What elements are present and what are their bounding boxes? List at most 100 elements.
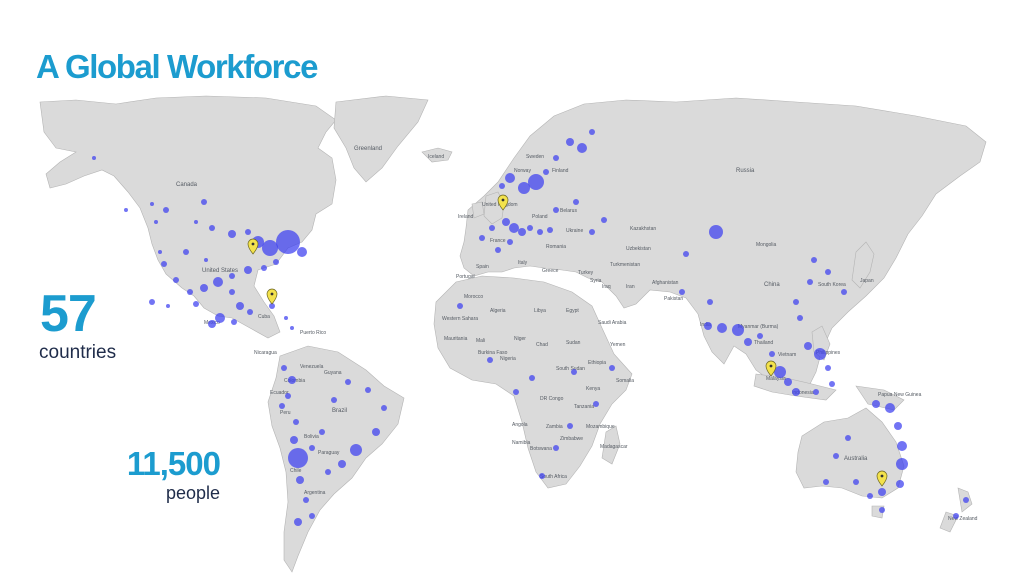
location-dot (717, 323, 727, 333)
label-canada: Canada (176, 182, 198, 188)
location-dot (872, 400, 880, 408)
location-dot (553, 445, 559, 451)
location-dot (215, 313, 225, 323)
location-dot (953, 513, 959, 519)
label-algeria: Algeria (490, 308, 506, 314)
location-dot (589, 229, 595, 235)
location-dot (345, 379, 351, 385)
label-norway: Norway (514, 168, 531, 174)
location-dot (228, 230, 236, 238)
location-dot (309, 445, 315, 451)
location-dot (124, 208, 128, 212)
label-zimbabwe: Zimbabwe (560, 436, 583, 442)
label-pakistan: Pakistan (664, 296, 683, 302)
label-spain: Spain (476, 264, 489, 270)
location-dot (518, 228, 526, 236)
location-dot (593, 401, 599, 407)
office-pin-center (270, 292, 274, 296)
label-niger: Niger (514, 336, 526, 342)
location-dot (679, 289, 685, 295)
location-dot (502, 218, 510, 226)
location-dot (807, 279, 813, 285)
location-dot (853, 479, 859, 485)
countries-value: 57 (40, 285, 97, 343)
office-pin-center (251, 242, 255, 246)
label-mozambique: Mozambique (586, 424, 615, 430)
location-dot (285, 393, 291, 399)
label-egypt: Egypt (566, 308, 579, 314)
location-dot (231, 319, 237, 325)
label-dr-congo: DR Congo (540, 396, 564, 402)
label-finland: Finland (552, 168, 569, 174)
location-dot (609, 365, 615, 371)
office-pin-center (880, 474, 884, 478)
label-puerto-rico: Puerto Rico (300, 330, 326, 336)
location-dot (150, 202, 154, 206)
label-venezuela: Venezuela (300, 364, 324, 370)
label-turkey: Turkey (578, 270, 594, 276)
location-dot (149, 299, 155, 305)
location-dot (707, 299, 713, 305)
location-dot (163, 207, 169, 213)
location-dot (290, 436, 298, 444)
location-dot (489, 225, 495, 231)
location-dot (505, 173, 515, 183)
location-dot (577, 143, 587, 153)
label-sweden: Sweden (526, 154, 544, 160)
location-dot (479, 235, 485, 241)
location-dot (529, 375, 535, 381)
label-chile: Chile (290, 468, 302, 474)
label-mali: Mali (476, 338, 485, 344)
location-dot (261, 265, 267, 271)
location-dot (825, 365, 831, 371)
location-dot (527, 225, 533, 231)
people-value: 11,500 (126, 445, 221, 482)
location-dot (537, 229, 543, 235)
slide-title: A Global Workforce (36, 48, 318, 85)
location-dot (294, 518, 302, 526)
label-vietnam: Vietnam (778, 352, 796, 358)
label-paraguay: Paraguay (318, 450, 340, 456)
location-dot (896, 458, 908, 470)
label-libya: Libya (534, 308, 546, 314)
location-dot (183, 249, 189, 255)
location-dot (867, 493, 873, 499)
location-dot (507, 239, 513, 245)
location-dot (173, 277, 179, 283)
label-italy: Italy (518, 260, 528, 266)
location-dot (894, 422, 902, 430)
stat-countries: 57 countries (39, 285, 116, 364)
label-australia: Australia (844, 456, 868, 462)
label-china: China (764, 282, 780, 288)
location-dot (963, 497, 969, 503)
label-sudan: Sudan (566, 340, 581, 346)
location-dot (293, 419, 299, 425)
location-dot (897, 441, 907, 451)
location-dot (811, 257, 817, 263)
location-dot (325, 469, 331, 475)
location-dot (539, 473, 545, 479)
label-madagascar: Madagascar (600, 444, 628, 450)
location-dot (841, 289, 847, 295)
location-dot (350, 444, 362, 456)
label-chad: Chad (536, 342, 548, 348)
label-zambia: Zambia (546, 424, 563, 430)
location-dot (528, 174, 544, 190)
location-dot (372, 428, 380, 436)
label-mongolia: Mongolia (756, 242, 777, 248)
label-kazakhstan: Kazakhstan (630, 226, 656, 232)
location-dot (194, 220, 198, 224)
location-dot (229, 273, 235, 279)
location-dot (290, 326, 294, 330)
location-dot (154, 220, 158, 224)
location-dot (200, 284, 208, 292)
location-dot (814, 348, 826, 360)
location-dot (566, 138, 574, 146)
location-dot (567, 423, 573, 429)
location-dot (509, 223, 519, 233)
location-dot (161, 261, 167, 267)
label-ireland: Ireland (458, 214, 474, 220)
location-dot (543, 169, 549, 175)
location-dot (601, 217, 607, 223)
location-dot (487, 357, 493, 363)
